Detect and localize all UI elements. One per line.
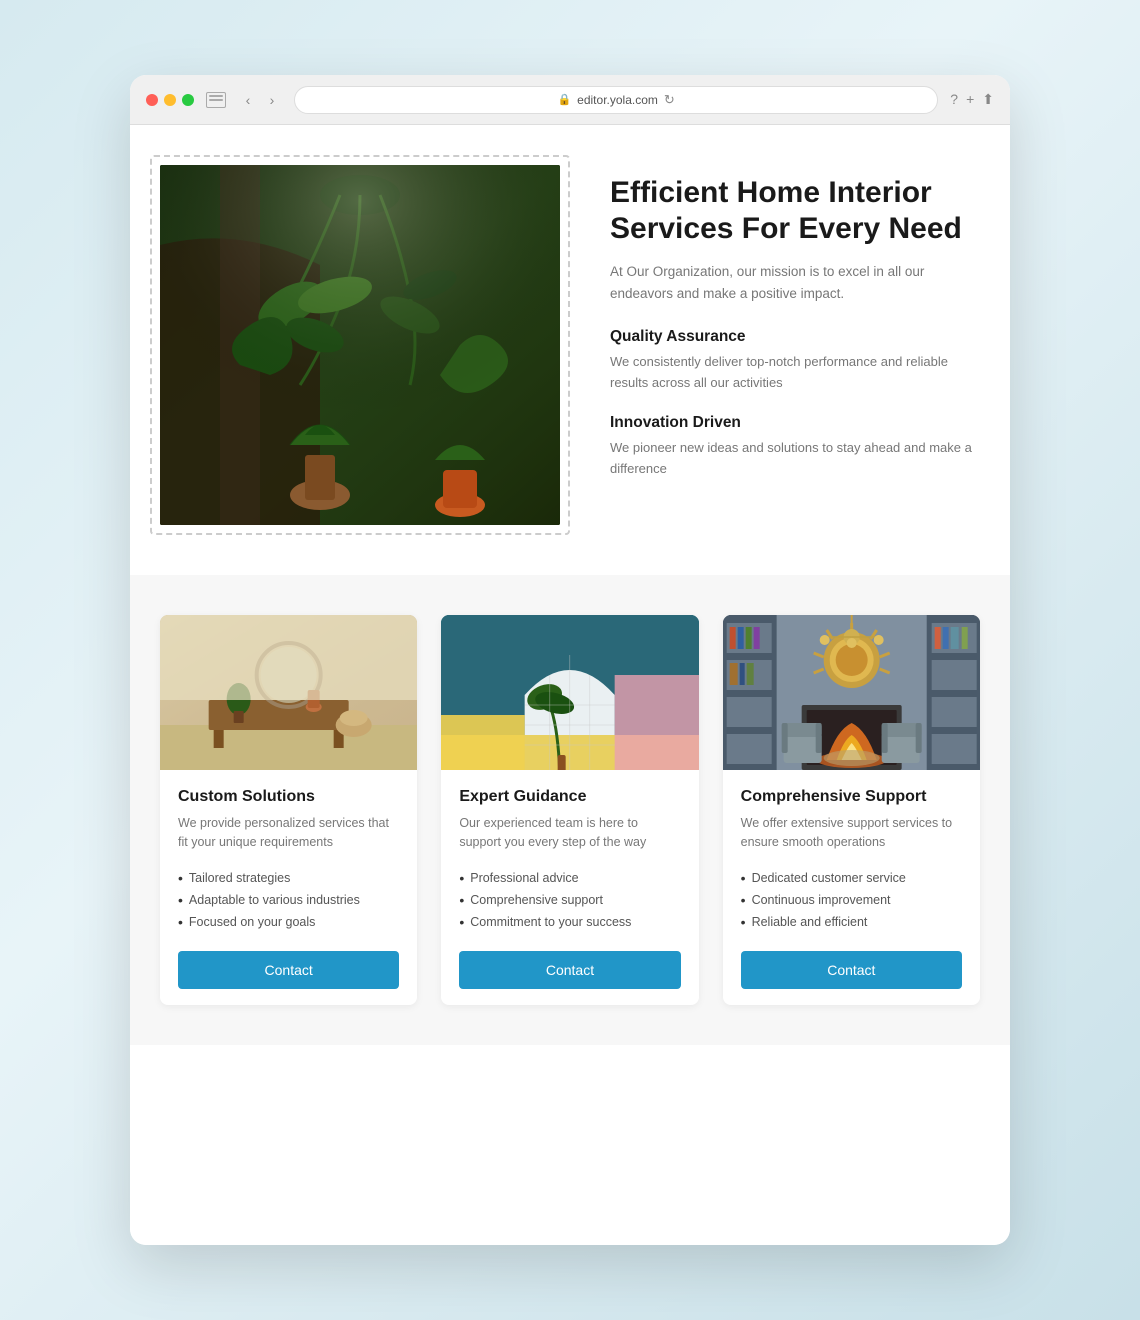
page-content: Efficient Home Interior Services For Eve… <box>130 125 1010 1245</box>
tab-icon <box>206 92 226 108</box>
card-desc-1: We provide personalized services that fi… <box>178 814 399 853</box>
card-image-1 <box>160 615 417 770</box>
card-list-3: Dedicated customer service Continuous im… <box>741 867 962 933</box>
minimize-button[interactable] <box>164 94 176 106</box>
card-body-2: Expert Guidance Our experienced team is … <box>441 770 698 1005</box>
hero-image-wrapper <box>150 155 570 535</box>
card-list-1: Tailored strategies Adaptable to various… <box>178 867 399 933</box>
list-item: Dedicated customer service <box>741 867 962 889</box>
share-icon[interactable]: ⬆ <box>982 91 994 108</box>
card-comprehensive-support: Comprehensive Support We offer extensive… <box>723 615 980 1005</box>
card-image-3 <box>723 615 980 770</box>
back-button[interactable]: ‹ <box>238 90 258 110</box>
list-item: Comprehensive support <box>459 889 680 911</box>
list-item: Continuous improvement <box>741 889 962 911</box>
list-item: Professional advice <box>459 867 680 889</box>
hero-description: At Our Organization, our mission is to e… <box>610 261 980 304</box>
feature-quality-desc: We consistently deliver top-notch perfor… <box>610 352 980 394</box>
list-item: Adaptable to various industries <box>178 889 399 911</box>
forward-button[interactable]: › <box>262 90 282 110</box>
feature-quality: Quality Assurance We consistently delive… <box>610 328 980 394</box>
list-item: Focused on your goals <box>178 911 399 933</box>
reload-icon: ↻ <box>664 92 675 108</box>
feature-innovation: Innovation Driven We pioneer new ideas a… <box>610 414 980 480</box>
card-desc-2: Our experienced team is here to support … <box>459 814 680 853</box>
traffic-lights <box>146 94 194 106</box>
lock-icon: 🔒 <box>557 93 571 106</box>
hero-text: Efficient Home Interior Services For Eve… <box>610 155 980 499</box>
card-image-2 <box>441 615 698 770</box>
feature-quality-title: Quality Assurance <box>610 328 980 346</box>
nav-buttons: ‹ › <box>238 90 282 110</box>
cards-section: Custom Solutions We provide personalized… <box>130 575 1010 1045</box>
hero-image <box>160 165 560 525</box>
hero-title: Efficient Home Interior Services For Eve… <box>610 175 980 247</box>
browser-window: ‹ › 🔒 editor.yola.com ↻ ? + ⬆ <box>130 75 1010 1245</box>
contact-button-2[interactable]: Contact <box>459 951 680 989</box>
address-bar[interactable]: 🔒 editor.yola.com ↻ <box>294 86 938 114</box>
close-button[interactable] <box>146 94 158 106</box>
card-title-2: Expert Guidance <box>459 788 680 806</box>
plus-icon[interactable]: + <box>966 91 974 108</box>
contact-button-1[interactable]: Contact <box>178 951 399 989</box>
feature-innovation-title: Innovation Driven <box>610 414 980 432</box>
browser-chrome: ‹ › 🔒 editor.yola.com ↻ ? + ⬆ <box>130 75 1010 125</box>
card-title-1: Custom Solutions <box>178 788 399 806</box>
card-body-3: Comprehensive Support We offer extensive… <box>723 770 980 1005</box>
hero-section: Efficient Home Interior Services For Eve… <box>160 155 980 535</box>
card-title-3: Comprehensive Support <box>741 788 962 806</box>
list-item: Reliable and efficient <box>741 911 962 933</box>
url-text: editor.yola.com <box>577 93 658 107</box>
fullscreen-button[interactable] <box>182 94 194 106</box>
list-item: Tailored strategies <box>178 867 399 889</box>
question-icon[interactable]: ? <box>950 91 958 108</box>
contact-button-3[interactable]: Contact <box>741 951 962 989</box>
browser-actions: ? + ⬆ <box>950 91 994 108</box>
card-custom-solutions: Custom Solutions We provide personalized… <box>160 615 417 1005</box>
card-body-1: Custom Solutions We provide personalized… <box>160 770 417 1005</box>
list-item: Commitment to your success <box>459 911 680 933</box>
card-desc-3: We offer extensive support services to e… <box>741 814 962 853</box>
feature-innovation-desc: We pioneer new ideas and solutions to st… <box>610 438 980 480</box>
card-list-2: Professional advice Comprehensive suppor… <box>459 867 680 933</box>
cards-grid: Custom Solutions We provide personalized… <box>160 615 980 1005</box>
card-expert-guidance: Expert Guidance Our experienced team is … <box>441 615 698 1005</box>
